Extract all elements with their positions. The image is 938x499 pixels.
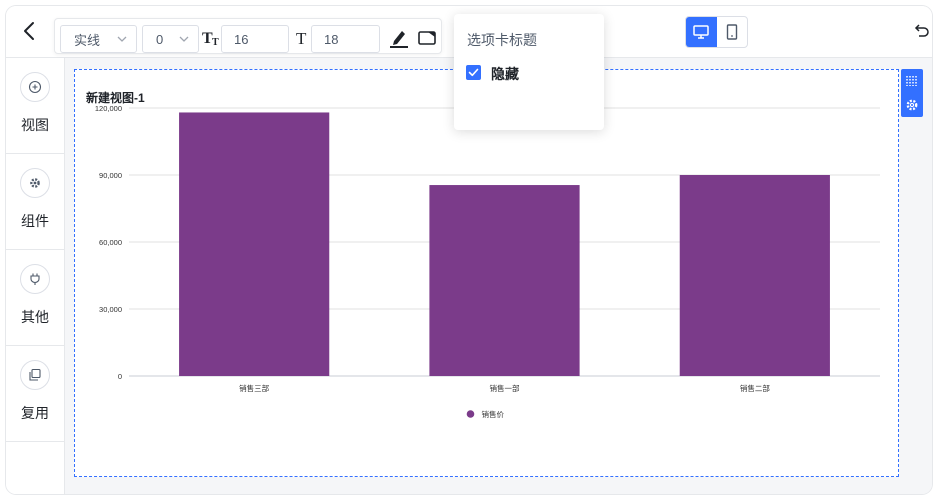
y-tick-label: 0 [118,372,122,381]
text-font-size-value: 18 [324,31,339,47]
x-tick-label: 销售一部 [490,383,520,393]
line-style-select[interactable]: 实线 [60,25,137,53]
component-tools [901,69,923,117]
legend-label: 销售价 [482,409,505,419]
plug-icon [20,264,50,294]
legend-marker [466,410,475,418]
title-font-size-input[interactable]: 16 [221,25,289,53]
text-font-size-input[interactable]: 18 [311,25,380,53]
background-button[interactable] [416,27,438,49]
gear-icon [20,168,50,198]
bar [179,112,330,376]
bar-chart: 0 30,000 60,000 90,000 120,000 销售三部 销售一部 销售二部销售… [95,104,880,419]
background-fill-icon [418,31,436,45]
svg-text:T: T [296,29,307,47]
svg-text:T: T [212,37,219,47]
y-tick-label: 90,000 [99,171,122,180]
pen-color-button[interactable] [388,27,410,49]
chevron-down-icon [117,36,127,42]
sidebar-item-label: 其他 [21,309,49,325]
hide-checkbox-label[interactable]: 隐藏 [491,64,519,84]
device-toggle [685,16,748,48]
y-tick-label: 60,000 [99,238,122,247]
sidebar-item-label: 视图 [21,117,49,133]
chart-view-component[interactable]: 新建视图-1 0 30,000 60,000 90,000 120,000 销售三部 销售一… [74,69,899,477]
title-font-size-icon: T T [201,27,223,49]
copy-icon [20,360,50,390]
line-style-value: 实线 [74,32,101,48]
desktop-icon [693,25,709,39]
bar [429,185,580,376]
bar [679,175,830,376]
hide-checkbox[interactable] [466,65,481,80]
undo-icon [914,24,929,37]
sidebar-item-other[interactable]: 其他 [6,250,64,346]
undo-button[interactable] [912,22,930,40]
desktop-view-button[interactable] [686,17,717,47]
sidebar-item-label: 组件 [21,213,49,229]
y-tick-label: 120,000 [95,104,122,113]
sidebar-item-label: 复用 [21,405,49,421]
title-font-size-value: 16 [234,31,249,47]
plus-circle-icon [20,72,50,102]
check-icon [468,68,479,77]
chevron-down-icon [179,36,189,42]
x-tick-label: 销售二部 [740,383,770,393]
tab-title-popover: 选项卡标题 隐藏 [454,14,604,130]
app-window: 实线 0 T T 16 T 18 视图 组件 其他 复用 新建视图-1 0 30… [6,6,932,494]
style-toolbar: 实线 0 T T 16 T 18 [54,18,442,54]
text-font-size-icon: T [291,27,313,49]
mobile-view-button[interactable] [717,17,748,47]
y-tick-label: 30,000 [99,305,122,314]
popover-title: 选项卡标题 [467,32,537,48]
back-button[interactable] [18,18,40,44]
pen-icon [390,31,408,48]
settings-gear-icon[interactable] [905,98,919,112]
drag-handle-icon[interactable] [905,74,919,88]
sidebar-item-view[interactable]: 视图 [6,58,64,154]
sidebar-item-component[interactable]: 组件 [6,154,64,250]
component-sidebar: 视图 组件 其他 复用 [6,58,65,494]
border-width-value: 0 [156,31,164,47]
x-tick-label: 销售三部 [239,383,269,393]
chevron-left-icon [24,22,34,40]
border-width-select[interactable]: 0 [142,25,199,53]
sidebar-item-reuse[interactable]: 复用 [6,346,64,442]
mobile-icon [726,24,737,40]
